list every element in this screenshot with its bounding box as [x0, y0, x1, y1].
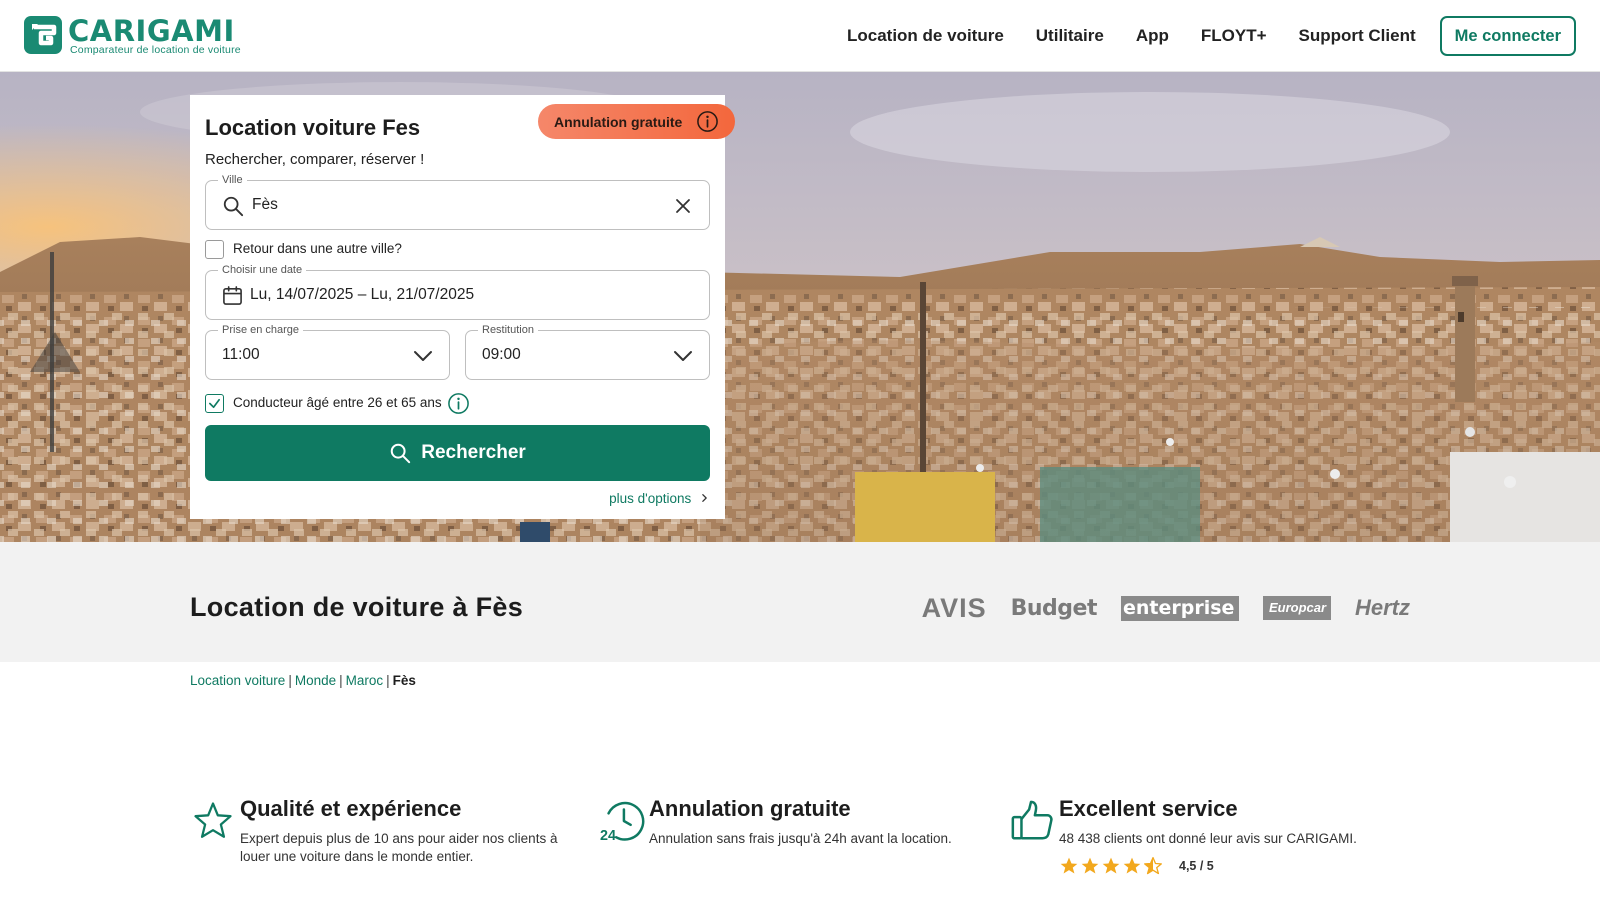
- clock-24-icon: 24: [600, 801, 645, 844]
- hero-banner: Location voiture Fes Rechercher, compare…: [0, 72, 1600, 542]
- login-button[interactable]: Me connecter: [1439, 16, 1576, 56]
- star-half-icon: [1144, 857, 1162, 875]
- return-other-city-label: Retour dans une autre ville?: [233, 241, 402, 256]
- info-icon[interactable]: [447, 392, 470, 415]
- return-time-label: Restitution: [478, 323, 538, 337]
- city-input-value[interactable]: Fès: [252, 196, 278, 214]
- search-card: Location voiture Fes Rechercher, compare…: [190, 95, 725, 519]
- pickup-time-select[interactable]: Prise en charge 11:00: [205, 323, 450, 380]
- breadcrumb-maroc[interactable]: Maroc: [346, 673, 384, 688]
- site-header: CARIGAMI Comparateur de location de voit…: [0, 0, 1600, 72]
- enterprise-logo: enterprise: [1120, 595, 1239, 621]
- logo-mark-icon: [24, 16, 62, 54]
- more-options-link[interactable]: plus d'options: [609, 491, 709, 506]
- checkmark-icon: [209, 398, 220, 409]
- rating-value: 4,5 / 5: [1179, 859, 1214, 873]
- pickup-time-value: 11:00: [222, 346, 260, 363]
- search-card-title: Location voiture Fes: [205, 115, 421, 140]
- budget-logo: Budget: [1010, 595, 1098, 621]
- city-title-band: Location de voiture à Fès AVIS Budget en…: [0, 542, 1600, 662]
- return-time-value: 09:00: [482, 346, 521, 363]
- logo-tagline: Comparateur de location de voiture: [70, 44, 241, 56]
- calendar-icon: [223, 286, 242, 305]
- rating-stars: 4,5 / 5: [1059, 856, 1214, 876]
- nav-location-de-voiture[interactable]: Location de voiture: [847, 16, 1004, 56]
- breadcrumb: Location voiture | Monde | Maroc | Fès: [190, 673, 416, 688]
- feature-text: Expert depuis plus de 10 ans pour aider …: [240, 831, 558, 864]
- main-nav: Location de voiture Utilitaire App FLOYT…: [847, 16, 1576, 56]
- driver-age-label: Conducteur âgé entre 26 et 65 ans: [233, 395, 442, 410]
- breadcrumb-location-voiture[interactable]: Location voiture: [190, 673, 285, 688]
- svg-text:24: 24: [600, 828, 616, 844]
- star-filled-icon: [1060, 857, 1078, 874]
- feature-title: Qualité et expérience: [240, 796, 462, 821]
- star-filled-icon: [1123, 857, 1141, 874]
- feature-text: 48 438 clients ont donné leur avis sur C…: [1059, 831, 1357, 846]
- search-button-label: Rechercher: [421, 442, 526, 463]
- search-icon: [390, 443, 411, 464]
- feature-title: Excellent service: [1059, 796, 1238, 821]
- logo-wordmark: CARIGAMI: [68, 14, 235, 48]
- search-icon: [223, 196, 244, 217]
- pickup-time-label: Prise en charge: [218, 323, 304, 337]
- search-button[interactable]: Rechercher: [205, 425, 710, 481]
- city-field-label: Ville: [218, 173, 247, 187]
- hertz-logo: Hertz: [1354, 595, 1410, 620]
- clear-icon[interactable]: [675, 198, 691, 214]
- nav-support-client[interactable]: Support Client: [1299, 16, 1416, 56]
- star-filled-icon: [1081, 857, 1099, 874]
- page-title: Location de voiture à Fès: [190, 592, 524, 622]
- chevron-down-icon: [414, 351, 432, 361]
- date-field[interactable]: Choisir une date Lu, 14/07/2025 – Lu, 21…: [205, 263, 710, 320]
- thumbs-up-icon: [1011, 800, 1053, 840]
- breadcrumb-current: Fès: [392, 673, 416, 688]
- nav-floyt-plus[interactable]: FLOYT+: [1201, 16, 1267, 56]
- nav-utilitaire[interactable]: Utilitaire: [1036, 16, 1104, 56]
- europcar-logo: Europcar: [1262, 596, 1331, 620]
- star-filled-icon: [1102, 857, 1120, 874]
- date-field-label: Choisir une date: [218, 263, 307, 277]
- feature-title: Annulation gratuite: [649, 796, 851, 821]
- breadcrumb-monde[interactable]: Monde: [295, 673, 336, 688]
- driver-age-checkbox[interactable]: [205, 394, 224, 413]
- rental-brands: AVIS Budget enterprise Europcar Hertz: [921, 592, 1410, 623]
- carigami-logo[interactable]: CARIGAMI Comparateur de location de voit…: [24, 14, 254, 56]
- chevron-right-icon: [702, 494, 707, 502]
- info-icon[interactable]: [696, 110, 719, 133]
- star-icon: [194, 802, 232, 838]
- return-time-select[interactable]: Restitution 09:00: [465, 323, 710, 380]
- return-other-city-checkbox[interactable]: [205, 240, 224, 259]
- date-range-value: Lu, 14/07/2025 – Lu, 21/07/2025: [250, 286, 475, 303]
- breadcrumb-separator: |: [288, 673, 292, 688]
- free-cancellation-badge-label: Annulation gratuite: [554, 113, 683, 130]
- search-card-subtitle: Rechercher, comparer, réserver !: [205, 151, 425, 168]
- breadcrumb-separator: |: [386, 673, 390, 688]
- city-field[interactable]: Ville Fès: [205, 173, 710, 230]
- breadcrumb-separator: |: [339, 673, 343, 688]
- chevron-down-icon: [674, 351, 692, 361]
- free-cancellation-badge[interactable]: Annulation gratuite: [538, 104, 735, 139]
- nav-app[interactable]: App: [1136, 16, 1169, 56]
- more-options-label: plus d'options: [609, 491, 692, 506]
- feature-text: Annulation sans frais jusqu'à 24h avant …: [649, 831, 952, 846]
- avis-logo: AVIS: [921, 592, 987, 623]
